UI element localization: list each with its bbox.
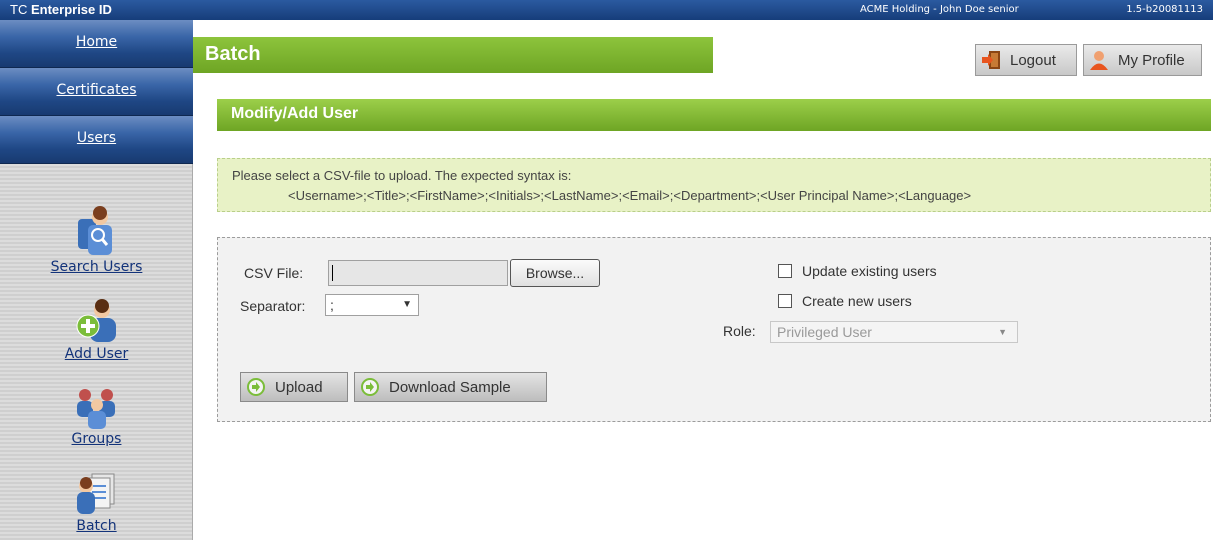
- brand-name: Enterprise ID: [30, 2, 112, 17]
- upload-icon: [247, 378, 265, 396]
- update-existing-checkbox[interactable]: [778, 264, 792, 278]
- profile-icon: [1090, 51, 1108, 70]
- update-existing-label: Update existing users: [802, 263, 937, 279]
- download-sample-label: Download Sample: [389, 378, 511, 396]
- nav-tab-certificates[interactable]: Certificates: [0, 68, 193, 116]
- brand-prefix: TC: [10, 2, 28, 17]
- separator-select[interactable]: ; ▼: [325, 294, 419, 316]
- account-info: ACME Holding - John Doe senior: [860, 4, 1019, 15]
- info-box: Please select a CSV-file to upload. The …: [217, 158, 1211, 212]
- logout-icon: [982, 51, 1000, 69]
- sidebar-item-groups[interactable]: Groups: [0, 385, 193, 447]
- nav-tab-home[interactable]: Home: [0, 20, 193, 68]
- sidebar-item-batch[interactable]: Batch: [0, 470, 193, 534]
- search-users-icon: [77, 206, 112, 255]
- nav-users-label[interactable]: Users: [77, 130, 116, 146]
- nav-certificates-label[interactable]: Certificates: [56, 82, 136, 98]
- csv-file-input[interactable]: [328, 260, 508, 286]
- upload-form: CSV File: Browse... Separator: ; ▼ Updat…: [217, 237, 1211, 422]
- top-bar: TC Enterprise ID ACME Holding - John Doe…: [0, 0, 1213, 20]
- nav-tab-users[interactable]: Users: [0, 116, 193, 164]
- logout-label: Logout: [1010, 51, 1056, 69]
- nav-home-label[interactable]: Home: [76, 34, 117, 50]
- sidebar-item-search-users[interactable]: Search Users: [0, 203, 193, 275]
- info-text: Please select a CSV-file to upload. The …: [232, 168, 572, 183]
- separator-value: ;: [330, 297, 334, 313]
- logout-button[interactable]: Logout: [975, 44, 1077, 76]
- my-profile-label: My Profile: [1118, 51, 1185, 69]
- add-user-label[interactable]: Add User: [0, 346, 193, 362]
- info-syntax: <Username>;<Title>;<FirstName>;<Initials…: [288, 188, 972, 203]
- sidebar: Home Certificates Users Search Users Add…: [0, 20, 193, 540]
- chevron-down-icon: ▼: [998, 327, 1007, 337]
- chevron-down-icon: ▼: [402, 299, 412, 310]
- role-select[interactable]: Privileged User ▼: [770, 321, 1018, 343]
- search-users-label[interactable]: Search Users: [0, 259, 193, 275]
- download-icon: [361, 378, 379, 396]
- sidebar-item-add-user[interactable]: Add User: [0, 298, 193, 362]
- browse-button[interactable]: Browse...: [510, 259, 600, 287]
- version-label: 1.5-b20081113: [1126, 4, 1203, 15]
- my-profile-button[interactable]: My Profile: [1083, 44, 1202, 76]
- upload-label: Upload: [275, 378, 323, 396]
- separator-label: Separator:: [240, 298, 306, 314]
- create-new-checkbox[interactable]: [778, 294, 792, 308]
- batch-label[interactable]: Batch: [0, 518, 193, 534]
- groups-icon: [76, 389, 115, 429]
- batch-icon: [76, 473, 114, 514]
- download-sample-button[interactable]: Download Sample: [354, 372, 547, 402]
- page-title: Batch: [193, 37, 713, 73]
- upload-button[interactable]: Upload: [240, 372, 348, 402]
- role-label: Role:: [723, 323, 756, 339]
- csv-file-label: CSV File:: [244, 265, 304, 281]
- section-title: Modify/Add User: [217, 99, 1211, 131]
- app-brand: TC Enterprise ID: [10, 2, 112, 17]
- create-new-label: Create new users: [802, 293, 912, 309]
- groups-label[interactable]: Groups: [0, 431, 193, 447]
- role-value: Privileged User: [777, 324, 872, 340]
- add-user-icon: [76, 299, 116, 342]
